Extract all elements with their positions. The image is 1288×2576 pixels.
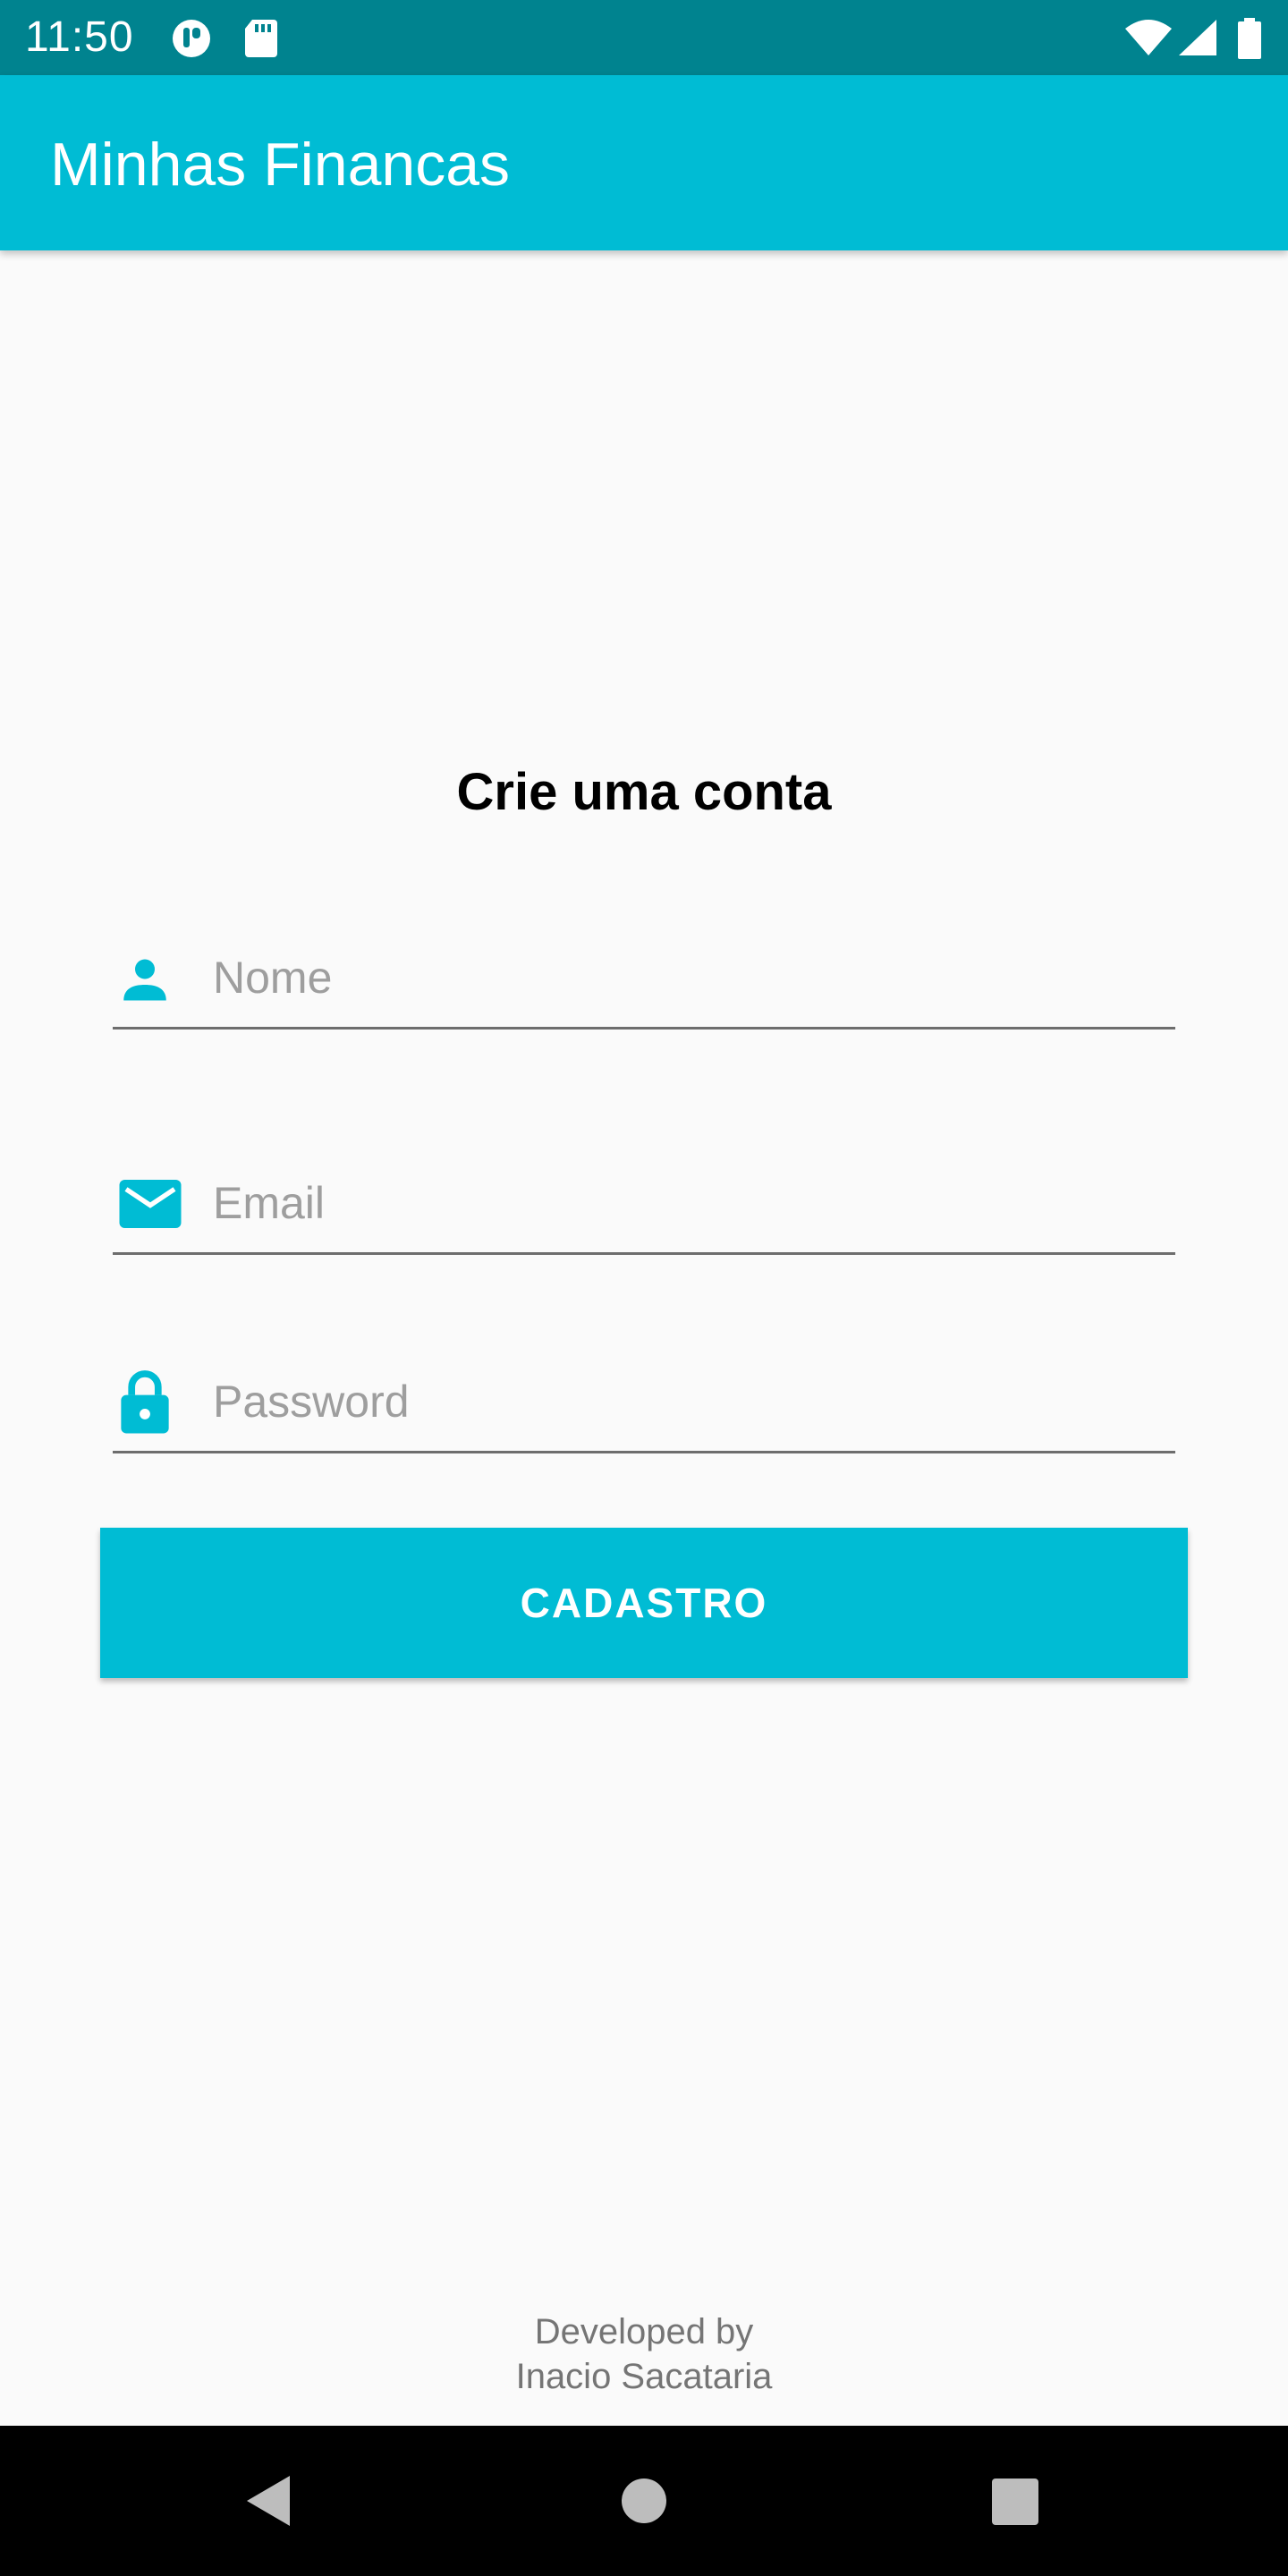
back-icon[interactable]: [234, 2465, 306, 2537]
password-input[interactable]: [213, 1370, 1175, 1433]
password-field[interactable]: [113, 1351, 1175, 1453]
email-input[interactable]: [213, 1172, 1175, 1234]
lock-icon: [118, 1368, 172, 1439]
name-field[interactable]: [113, 927, 1175, 1030]
footer-line-2: Inacio Sacataria: [515, 2357, 773, 2396]
sd-card-icon: [243, 18, 279, 64]
recents-icon[interactable]: [979, 2465, 1050, 2537]
footer-line-1: Developed by: [534, 2312, 754, 2351]
email-field[interactable]: [113, 1152, 1175, 1255]
wifi-icon: [1123, 18, 1174, 62]
developer-credit: Developed by Inacio Sacataria: [0, 2309, 1288, 2399]
email-icon: [118, 1177, 182, 1235]
app-bar: Minhas Financas: [0, 75, 1288, 250]
name-input[interactable]: [213, 946, 1175, 1009]
shield-app-icon: [170, 18, 215, 64]
cadastro-button[interactable]: CADASTRO: [100, 1528, 1188, 1678]
battery-icon: [1236, 18, 1263, 64]
page-heading: Crie uma conta: [456, 763, 832, 821]
person-icon: [118, 953, 172, 1012]
cell-signal-icon: [1177, 18, 1218, 62]
navigation-bar: [0, 2426, 1288, 2576]
home-icon[interactable]: [608, 2465, 680, 2537]
status-time: 11:50: [25, 13, 134, 61]
app-title: Minhas Financas: [50, 131, 511, 199]
status-bar: 11:50: [0, 0, 1288, 75]
